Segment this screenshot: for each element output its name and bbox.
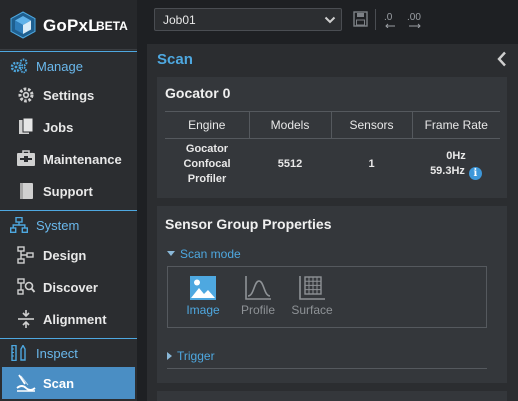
panel-title: Scan	[157, 51, 193, 68]
gear-icon	[18, 87, 34, 103]
job-select[interactable]: Job01	[154, 8, 342, 31]
table-row: Gocator Confocal Profiler 5512 1 0Hz 59.…	[165, 139, 500, 188]
sidebar-item-label: Alignment	[43, 312, 107, 327]
frame-rate-value: 0Hz	[446, 150, 466, 162]
scan-mode-profile[interactable]: Profile	[231, 275, 285, 325]
sensor-card: Gocator 0 Engine Models Sensors Frame Ra…	[157, 77, 507, 198]
inspect-icon	[11, 345, 26, 361]
toolbar-separator	[375, 9, 376, 30]
scan-mode-expander[interactable]: Scan mode	[167, 247, 241, 261]
scan-mode-label: Profile	[240, 303, 275, 317]
network-icon	[10, 217, 28, 233]
section-title: Manage	[36, 59, 83, 74]
scan-mode-label: Scan mode	[180, 247, 241, 261]
cell-engine: Gocator Confocal Profiler	[183, 143, 231, 185]
alignment-icon	[18, 310, 34, 328]
column-header-frame-rate: Frame Rate	[411, 111, 500, 139]
cell-frame-rate: 0Hz 59.3Hz i	[412, 139, 500, 188]
chevron-down-icon	[324, 16, 336, 24]
column-header-models: Models	[248, 111, 331, 139]
sidebar-item-settings[interactable]: Settings	[0, 79, 137, 111]
sidebar-item-design[interactable]: Design	[0, 239, 137, 271]
flow-icon	[17, 246, 34, 264]
section-title: System	[36, 218, 80, 233]
sidebar-item-label: Maintenance	[43, 152, 122, 167]
scan-mode-label: Image	[186, 303, 220, 317]
brand-header: GoPxL BETA	[0, 0, 137, 50]
column-header-sensors: Sensors	[330, 111, 412, 139]
frame-rate-max: 59.3Hz	[430, 165, 465, 177]
sidebar-item-label: Design	[43, 248, 87, 263]
gopxl-logo	[10, 11, 36, 39]
column-header-engine: Engine	[165, 111, 249, 139]
decimal-decrease-icon: .0	[384, 12, 395, 29]
sidebar-item-alignment[interactable]: Alignment	[0, 303, 137, 335]
scan-mode-selector: Image Profile Surface	[167, 266, 487, 328]
scan-icon	[16, 374, 36, 392]
cell-models: 5512	[277, 158, 303, 170]
top-toolbar: Job01 .0 .00	[137, 0, 518, 40]
scan-panel: Scan Gocator 0 Engine Models Sensors Fra…	[147, 44, 518, 401]
decimal-decrease-label: .0	[384, 12, 393, 23]
sensor-group-card: Sensor Group Properties Scan mode Image …	[157, 206, 507, 383]
sidebar-item-label: Jobs	[43, 120, 74, 135]
trigger-label: Trigger	[177, 349, 215, 363]
sidebar-item-label: Scan	[43, 376, 75, 391]
scan-mode-image[interactable]: Image	[176, 275, 230, 325]
decimal-increase-label: .00	[407, 12, 421, 23]
decimal-increase-icon: .00	[407, 12, 421, 29]
sensor-table: Engine Models Sensors Frame Rate Gocator…	[165, 111, 500, 187]
book-icon	[20, 183, 33, 199]
search-network-icon	[17, 278, 36, 295]
brand-name: GoPxL	[43, 16, 99, 35]
sensor-card-title: Gocator 0	[165, 85, 231, 101]
cell-sensors: 1	[368, 158, 375, 170]
caret-down-icon	[167, 251, 175, 256]
sidebar-item-label: Support	[43, 184, 93, 199]
sidebar-item-support[interactable]: Support	[0, 175, 137, 207]
scan-mode-label: Surface	[291, 303, 333, 317]
gears-icon	[10, 58, 28, 74]
section-manage[interactable]: Manage	[0, 51, 137, 79]
trigger-expander[interactable]: Trigger	[167, 349, 215, 363]
caret-right-icon	[167, 352, 172, 360]
sidebar-item-maintenance[interactable]: Maintenance	[0, 143, 137, 175]
profile-icon	[245, 276, 271, 300]
divider	[167, 368, 487, 369]
toolbox-icon	[17, 150, 35, 166]
sidebar-item-discover[interactable]: Discover	[0, 271, 137, 303]
job-select-value: Job01	[163, 13, 196, 27]
sidebar: GoPxL BETA Manage Settings Jobs Maintena…	[0, 0, 137, 401]
sensor-group-title: Sensor Group Properties	[165, 216, 332, 232]
sidebar-item-scan[interactable]: Scan	[2, 367, 135, 399]
chevron-left-icon[interactable]	[496, 51, 508, 67]
info-icon[interactable]: i	[468, 167, 482, 180]
section-inspect[interactable]: Inspect	[0, 338, 137, 366]
image-icon	[190, 276, 216, 300]
decimal-decrease-button[interactable]: .0	[383, 10, 401, 29]
document-icon	[19, 118, 34, 134]
sidebar-item-jobs[interactable]: Jobs	[0, 111, 137, 143]
scan-mode-surface[interactable]: Surface	[285, 275, 339, 325]
decimal-increase-button[interactable]: .00	[406, 10, 426, 29]
sidebar-item-label: Settings	[43, 88, 95, 103]
sidebar-item-label: Discover	[43, 280, 98, 295]
section-title: Inspect	[36, 346, 78, 361]
save-icon[interactable]	[353, 10, 368, 28]
beta-badge: BETA	[96, 19, 128, 33]
next-card	[157, 391, 507, 401]
section-system[interactable]: System	[0, 210, 137, 238]
surface-icon	[299, 276, 325, 300]
